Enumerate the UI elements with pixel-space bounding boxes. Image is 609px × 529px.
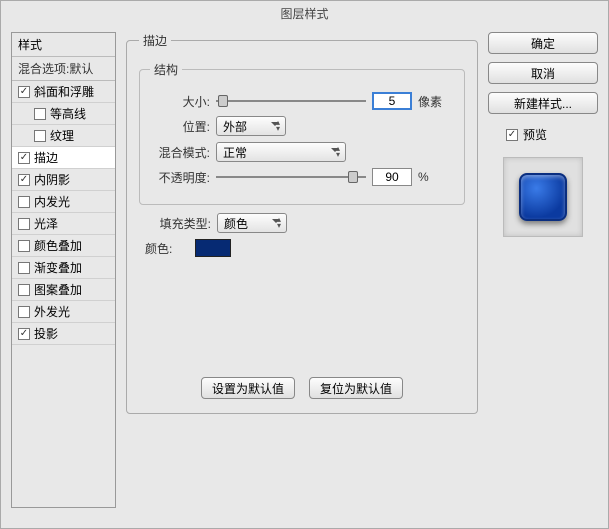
opacity-unit: % — [418, 170, 429, 184]
label: 渐变叠加 — [34, 259, 82, 276]
fill-type-select[interactable]: 颜色 ▴▾ — [217, 213, 287, 233]
size-slider[interactable] — [216, 94, 366, 108]
style-item-gradient-overlay[interactable]: 渐变叠加 — [12, 257, 115, 279]
label: 光泽 — [34, 215, 58, 232]
checkbox-gradient-overlay[interactable] — [18, 262, 30, 274]
stroke-fieldset: 描边 结构 大小: 像素 位置: — [126, 32, 478, 414]
checkbox-texture[interactable] — [34, 130, 46, 142]
style-item-drop-shadow[interactable]: 投影 — [12, 323, 115, 345]
checkbox-stroke[interactable] — [18, 152, 30, 164]
style-item-stroke[interactable]: 描边 — [12, 147, 115, 169]
style-item-texture[interactable]: 纹理 — [12, 125, 115, 147]
styles-header: 样式 — [12, 33, 115, 57]
label: 内阴影 — [34, 171, 70, 188]
checkbox-color-overlay[interactable] — [18, 240, 30, 252]
reset-default-button[interactable]: 复位为默认值 — [309, 377, 403, 399]
label: 颜色叠加 — [34, 237, 82, 254]
checkbox-contour[interactable] — [34, 108, 46, 120]
style-item-bevel[interactable]: 斜面和浮雕 — [12, 81, 115, 103]
checkbox-inner-shadow[interactable] — [18, 174, 30, 186]
opacity-input[interactable] — [372, 168, 412, 186]
checkbox-inner-glow[interactable] — [18, 196, 30, 208]
preview-label: 预览 — [523, 126, 547, 143]
preview-checkbox[interactable] — [506, 129, 518, 141]
checkbox-satin[interactable] — [18, 218, 30, 230]
style-item-inner-glow[interactable]: 内发光 — [12, 191, 115, 213]
style-item-outer-glow[interactable]: 外发光 — [12, 301, 115, 323]
right-panel: 确定 取消 新建样式... 预览 — [488, 32, 598, 508]
label: 等高线 — [50, 105, 86, 122]
opacity-slider[interactable] — [216, 170, 366, 184]
label: 描边 — [34, 149, 58, 166]
color-swatch[interactable] — [195, 239, 231, 257]
label: 斜面和浮雕 — [34, 83, 94, 100]
blend-mode-select[interactable]: 正常 ▴▾ — [216, 142, 346, 162]
styles-panel: 样式 混合选项:默认 斜面和浮雕 等高线 纹理 描边 内阴影 — [11, 32, 116, 508]
cancel-button[interactable]: 取消 — [488, 62, 598, 84]
position-value: 外部 — [223, 118, 247, 135]
structure-fieldset: 结构 大小: 像素 位置: 外部 ▴▾ — [139, 61, 465, 205]
position-select[interactable]: 外部 ▴▾ — [216, 116, 286, 136]
style-item-satin[interactable]: 光泽 — [12, 213, 115, 235]
fill-type-value: 颜色 — [224, 215, 248, 232]
label: 纹理 — [50, 127, 74, 144]
checkbox-outer-glow[interactable] — [18, 306, 30, 318]
preview-thumbnail — [519, 173, 567, 221]
new-style-button[interactable]: 新建样式... — [488, 92, 598, 114]
label: 外发光 — [34, 303, 70, 320]
checkbox-drop-shadow[interactable] — [18, 328, 30, 340]
blend-options-header: 混合选项:默认 — [12, 57, 115, 81]
preview-box — [503, 157, 583, 237]
dialog-title: 图层样式 — [1, 1, 608, 26]
checkbox-bevel[interactable] — [18, 86, 30, 98]
structure-legend: 结构 — [150, 61, 182, 78]
opacity-label: 不透明度: — [150, 169, 210, 186]
style-item-inner-shadow[interactable]: 内阴影 — [12, 169, 115, 191]
main-panel: 描边 结构 大小: 像素 位置: — [126, 32, 478, 508]
size-label: 大小: — [150, 93, 210, 110]
color-label: 颜色: — [145, 240, 189, 257]
style-item-color-overlay[interactable]: 颜色叠加 — [12, 235, 115, 257]
size-unit: 像素 — [418, 93, 442, 110]
blend-mode-label: 混合模式: — [150, 144, 210, 161]
make-default-button[interactable]: 设置为默认值 — [201, 377, 295, 399]
label: 投影 — [34, 325, 58, 342]
fill-type-label: 填充类型: — [139, 215, 211, 232]
style-item-contour[interactable]: 等高线 — [12, 103, 115, 125]
label: 内发光 — [34, 193, 70, 210]
stroke-legend: 描边 — [139, 32, 171, 49]
label: 图案叠加 — [34, 281, 82, 298]
style-item-pattern-overlay[interactable]: 图案叠加 — [12, 279, 115, 301]
blend-mode-value: 正常 — [223, 144, 247, 161]
checkbox-pattern-overlay[interactable] — [18, 284, 30, 296]
size-input[interactable] — [372, 92, 412, 110]
layer-style-dialog: 图层样式 样式 混合选项:默认 斜面和浮雕 等高线 纹理 描边 — [0, 0, 609, 529]
position-label: 位置: — [150, 118, 210, 135]
ok-button[interactable]: 确定 — [488, 32, 598, 54]
